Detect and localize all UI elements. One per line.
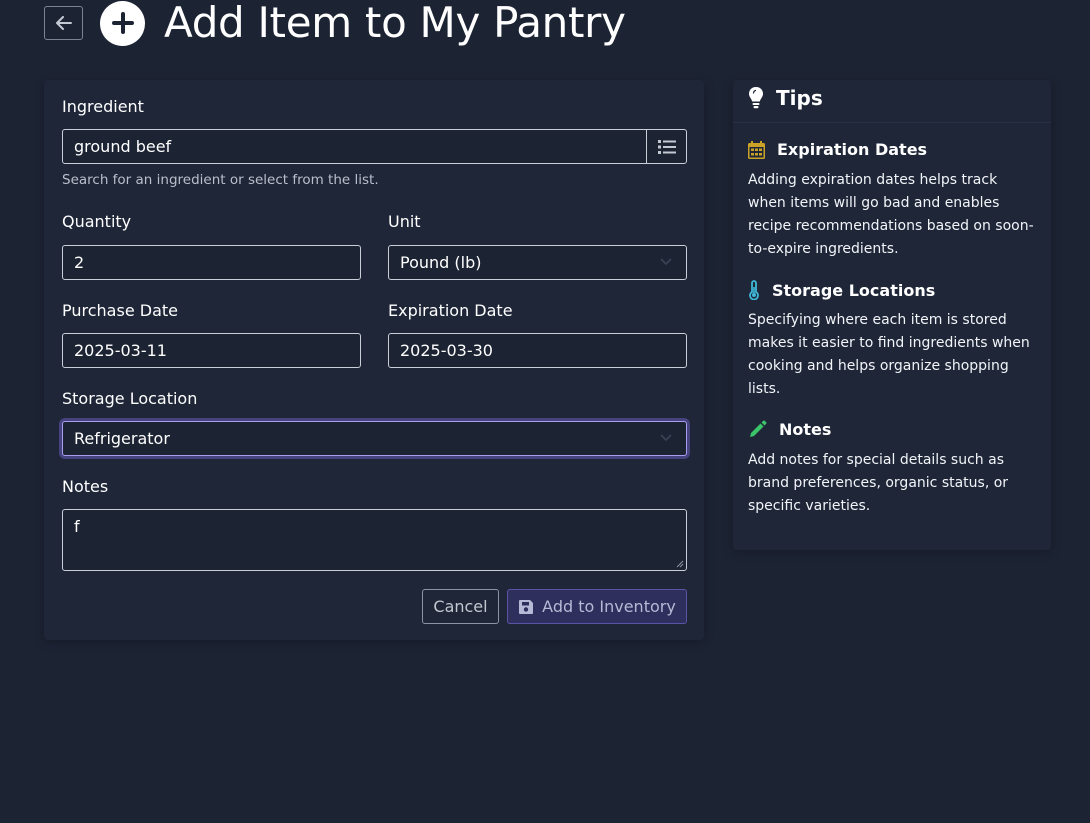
ingredient-help-text: Search for an ingredient or select from … [62,172,379,188]
storage-location-value: Refrigerator [74,429,170,448]
notes-value: f [74,517,80,536]
page-header: Add Item to My Pantry [44,0,626,50]
add-to-inventory-label: Add to Inventory [542,597,676,616]
thermometer-icon [749,280,759,300]
tips-title: Tips [776,86,823,110]
tips-header: Tips [748,86,823,110]
resize-handle-icon[interactable] [676,560,684,568]
pencil-icon [750,420,767,437]
page-title: Add Item to My Pantry [164,0,626,47]
expiration-date-input[interactable]: 2025-03-30 [388,333,687,368]
tip-storage-locations: Storage Locations [748,280,935,300]
tip-body: Add notes for special details such as br… [748,452,1009,514]
storage-location-label: Storage Location [62,389,198,408]
tip-body: Adding expiration dates helps track when… [748,172,1034,257]
quantity-label: Quantity [62,212,132,231]
lightbulb-icon [749,87,763,109]
page: Add Item to My Pantry Ingredient ground … [0,0,1090,823]
ingredient-label: Ingredient [62,97,144,116]
tip-title: Notes [779,420,832,439]
divider [733,122,1051,123]
tip-notes: Notes [748,420,831,439]
ingredient-input[interactable]: ground beef [62,129,647,164]
tip-title: Expiration Dates [777,140,928,159]
notes-textarea[interactable]: f [62,509,687,571]
unit-value: Pound (lb) [400,253,482,272]
tip-title: Storage Locations [772,280,936,300]
tips-panel: Tips Expiration Dates Adding expiration … [733,80,1051,550]
purchase-date-value: 2025-03-11 [74,341,167,360]
tip-expiration-dates: Expiration Dates [748,140,927,159]
list-icon [657,139,676,154]
ingredient-value: ground beef [74,137,172,156]
back-button[interactable] [44,6,83,40]
unit-label: Unit [388,212,421,231]
add-to-inventory-button[interactable]: Add to Inventory [507,589,687,624]
purchase-date-input[interactable]: 2025-03-11 [62,333,361,368]
expiration-date-label: Expiration Date [388,301,513,320]
notes-label: Notes [62,477,109,496]
chevron-down-icon [660,258,672,266]
unit-select[interactable]: Pound (lb) [388,245,687,280]
ingredient-list-button[interactable] [646,129,687,164]
arrow-left-icon [55,16,72,30]
purchase-date-label: Purchase Date [62,301,178,320]
storage-location-select[interactable]: Refrigerator [62,421,687,456]
quantity-input[interactable]: 2 [62,245,361,280]
tip-body: Specifying where each item is stored mak… [748,312,1030,397]
cancel-button[interactable]: Cancel [422,589,499,624]
quantity-value: 2 [74,253,85,272]
calendar-icon [748,140,765,159]
expiration-date-value: 2025-03-30 [400,341,493,360]
chevron-down-icon [660,434,672,442]
plus-circle-icon [100,0,145,46]
add-item-form: Ingredient ground beef Search for an ing… [44,80,704,640]
save-icon [519,599,534,614]
